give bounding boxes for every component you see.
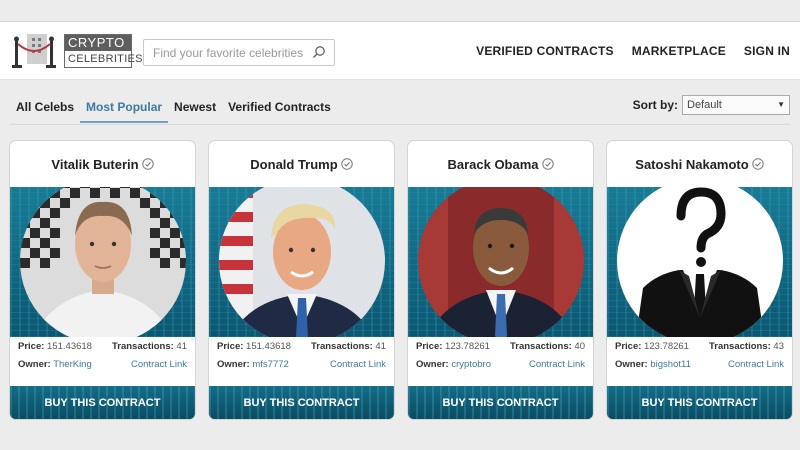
transactions-label: Transactions: — [311, 340, 373, 352]
card-image-area — [408, 187, 593, 337]
card-title: Donald Trump — [209, 141, 394, 187]
sort-label: Sort by: — [632, 98, 678, 112]
celebrity-card[interactable]: Barack Obama Price: 123.78261 Transactio… — [407, 140, 594, 420]
card-image-area — [209, 187, 394, 337]
caret-down-icon: ▼ — [777, 100, 785, 109]
price-label: Price: — [615, 340, 642, 352]
nav-sign-in[interactable]: SIGN IN — [744, 44, 790, 58]
site-logo[interactable]: CRYPTO CELEBRITIES — [10, 32, 143, 70]
stat-row-price: Price: 123.78261 Transactions: 43 — [615, 337, 784, 355]
card-image-area — [607, 187, 792, 337]
stat-row-price: Price: 151.43618 Transactions: 41 — [18, 337, 187, 355]
stat-row-owner: Owner: TherKing Contract Link — [18, 355, 187, 373]
owner-label: Owner: — [416, 358, 449, 370]
verified-check-icon — [141, 158, 154, 170]
filter-tabs: All Celebs Most Popular Newest Verified … — [10, 96, 337, 123]
card-title: Vitalik Buterin — [10, 141, 195, 187]
owner-label: Owner: — [615, 358, 648, 370]
top-strip — [0, 0, 800, 22]
price-label: Price: — [18, 340, 45, 352]
transactions-label: Transactions: — [709, 340, 771, 352]
price-value: 123.78261 — [644, 340, 689, 352]
card-stats: Price: 151.43618 Transactions: 41 Owner:… — [10, 337, 195, 373]
celebrity-portrait — [417, 187, 584, 337]
card-stats: Price: 123.78261 Transactions: 43 Owner:… — [607, 337, 792, 373]
logo-text-bottom: CELEBRITIES — [68, 53, 143, 65]
owner-link[interactable]: mfs7772 — [252, 359, 288, 370]
transactions-value: 40 — [574, 340, 585, 352]
nav-marketplace[interactable]: MARKETPLACE — [632, 44, 726, 58]
owner-link[interactable]: cryptobro — [451, 359, 491, 370]
search-box — [143, 39, 335, 66]
verified-check-icon — [541, 158, 554, 170]
stat-row-owner: Owner: mfs7772 Contract Link — [217, 355, 386, 373]
sort-selected-value: Default — [687, 99, 722, 111]
contract-link[interactable]: Contract Link — [529, 359, 585, 370]
contract-link[interactable]: Contract Link — [131, 359, 187, 370]
owner-link[interactable]: TherKing — [53, 359, 92, 370]
transactions-value: 41 — [375, 340, 386, 352]
tab-verified-contracts[interactable]: Verified Contracts — [222, 96, 337, 123]
contract-link[interactable]: Contract Link — [330, 359, 386, 370]
owner-label: Owner: — [217, 358, 250, 370]
search-input[interactable] — [144, 45, 304, 60]
logo-text-top: CRYPTO — [65, 35, 131, 51]
logo-wordmark: CRYPTO CELEBRITIES — [64, 34, 143, 68]
buy-contract-button[interactable]: BUY THIS CONTRACT — [607, 386, 792, 419]
sort-select[interactable]: Default ▼ — [682, 95, 790, 115]
site-header: CRYPTO CELEBRITIES VERIFIED CONTRACTS MA… — [0, 22, 800, 80]
verified-check-icon — [340, 158, 353, 170]
card-image-area — [10, 187, 195, 337]
celebrity-name: Satoshi Nakamoto — [635, 156, 749, 172]
card-stats: Price: 151.43618 Transactions: 41 Owner:… — [209, 337, 394, 373]
tab-all-celebs[interactable]: All Celebs — [10, 96, 80, 123]
tab-most-popular[interactable]: Most Popular — [80, 96, 169, 123]
velvet-rope-logo-icon — [10, 32, 60, 70]
celebrity-card[interactable]: Satoshi Nakamoto Price: 123.78261 Transa… — [606, 140, 793, 420]
verified-check-icon — [752, 158, 764, 170]
buy-contract-button[interactable]: BUY THIS CONTRACT — [10, 386, 195, 419]
transactions-value: 43 — [773, 340, 784, 352]
owner-link[interactable]: bigshot11 — [650, 359, 691, 370]
celebrity-portrait — [19, 187, 186, 337]
celebrity-portrait — [218, 187, 385, 337]
price-label: Price: — [217, 340, 244, 352]
stat-row-price: Price: 123.78261 Transactions: 40 — [416, 337, 585, 355]
price-value: 123.78261 — [445, 340, 490, 352]
price-value: 151.43618 — [246, 340, 291, 352]
transactions-label: Transactions: — [112, 340, 174, 352]
celebrity-name: Vitalik Buterin — [51, 156, 139, 172]
celebrity-card[interactable]: Vitalik Buterin Price: 151.43618 Transac… — [9, 140, 196, 420]
stat-row-owner: Owner: cryptobro Contract Link — [416, 355, 585, 373]
stat-row-price: Price: 151.43618 Transactions: 41 — [217, 337, 386, 355]
card-title: Barack Obama — [408, 141, 593, 187]
divider — [10, 124, 790, 125]
transactions-value: 41 — [176, 340, 187, 352]
search-icon[interactable] — [312, 45, 326, 59]
celebrity-grid: Vitalik Buterin Price: 151.43618 Transac… — [9, 140, 793, 420]
price-label: Price: — [416, 340, 443, 352]
celebrity-name: Barack Obama — [447, 156, 539, 172]
price-value: 151.43618 — [47, 340, 92, 352]
card-stats: Price: 123.78261 Transactions: 40 Owner:… — [408, 337, 593, 373]
tab-newest[interactable]: Newest — [168, 96, 222, 123]
stat-row-owner: Owner: bigshot11 Contract Link — [615, 355, 784, 373]
owner-label: Owner: — [18, 358, 51, 370]
main-nav: VERIFIED CONTRACTS MARKETPLACE SIGN IN — [476, 44, 790, 58]
buy-contract-button[interactable]: BUY THIS CONTRACT — [408, 386, 593, 419]
buy-contract-button[interactable]: BUY THIS CONTRACT — [209, 386, 394, 419]
contract-link[interactable]: Contract Link — [728, 359, 784, 370]
sort-control: Sort by: Default ▼ — [633, 95, 790, 115]
celebrity-name: Donald Trump — [250, 156, 338, 172]
nav-verified-contracts[interactable]: VERIFIED CONTRACTS — [476, 44, 614, 58]
celebrity-portrait — [616, 187, 783, 337]
celebrity-card[interactable]: Donald Trump Price: 151.43618 Transactio… — [208, 140, 395, 420]
transactions-label: Transactions: — [510, 340, 572, 352]
filter-bar: All Celebs Most Popular Newest Verified … — [0, 80, 800, 126]
card-title: Satoshi Nakamoto — [607, 141, 792, 187]
